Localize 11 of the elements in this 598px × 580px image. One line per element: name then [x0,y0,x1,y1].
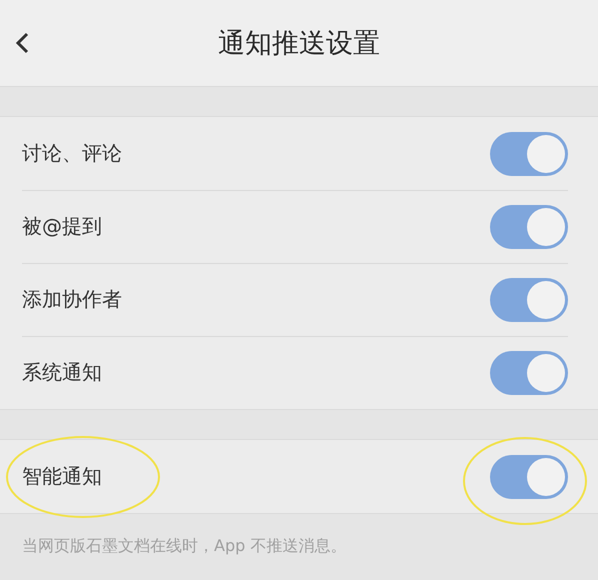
setting-label: 添加协作者 [22,286,123,313]
toggle-switch[interactable] [490,350,568,394]
toggle-switch[interactable] [490,278,568,322]
setting-label: 讨论、评论 [22,140,123,167]
toggle-switch[interactable] [490,454,568,498]
setting-label: 被@提到 [22,213,103,240]
setting-label: 智能通知 [22,463,103,490]
page-title: 通知推送设置 [217,27,381,61]
toggle-switch[interactable] [490,204,568,248]
toggle-switch[interactable] [490,132,568,176]
setting-label: 系统通知 [22,359,103,386]
